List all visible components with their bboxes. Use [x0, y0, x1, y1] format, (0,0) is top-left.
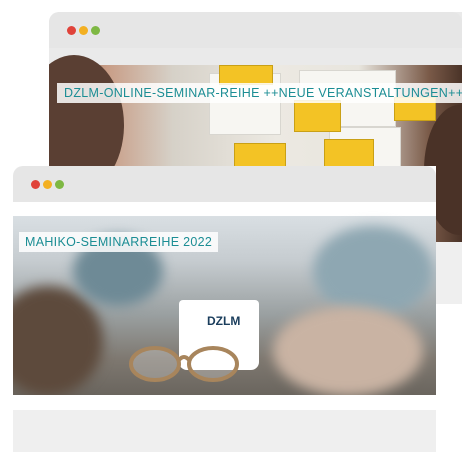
window-controls [67, 26, 100, 35]
window-controls [31, 180, 64, 189]
maximize-dot-icon[interactable] [91, 26, 100, 35]
maximize-dot-icon[interactable] [55, 180, 64, 189]
mahiko-banner-image[interactable]: DZLM MAHIKO-SEMINARREIHE 2022 [13, 216, 436, 396]
mahiko-banner-label: MAHIKO-SEMINARREIHE 2022 [19, 232, 219, 252]
glasses-image [129, 346, 239, 382]
close-dot-icon[interactable] [67, 26, 76, 35]
minimize-dot-icon[interactable] [79, 26, 88, 35]
browser-window-front: DZLM MAHIKO-SEMINARREIHE 2022 [13, 166, 436, 452]
window-titlebar [49, 12, 462, 48]
window-titlebar [13, 166, 436, 202]
seminar-banner-label: DZLM-ONLINE-SEMINAR-REIHE ++NEUE VERANST… [57, 83, 462, 103]
minimize-dot-icon[interactable] [43, 180, 52, 189]
mug-logo-text: DZLM [207, 314, 241, 328]
window-footer [13, 410, 436, 452]
close-dot-icon[interactable] [31, 180, 40, 189]
